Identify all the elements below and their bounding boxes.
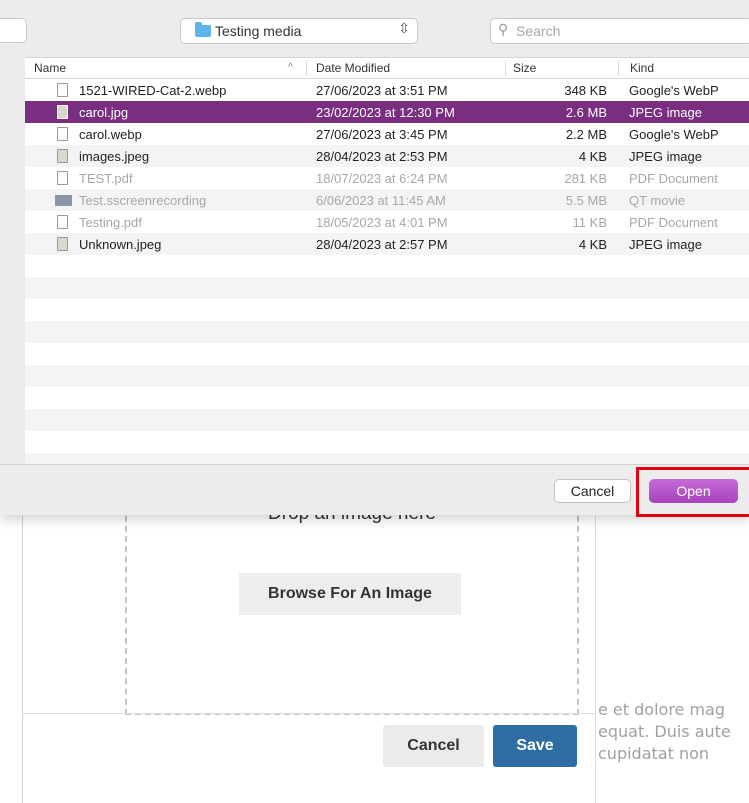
column-kind[interactable]: Kind — [630, 61, 654, 75]
search-input[interactable] — [516, 21, 736, 41]
search-field[interactable]: ⚲ — [490, 18, 749, 44]
file-name: carol.webp — [79, 127, 142, 142]
file-row-disabled: Test.sscreenrecording 6/06/2023 at 11:45… — [25, 189, 749, 211]
file-row[interactable]: carol.webp 27/06/2023 at 3:45 PM 2.2 MB … — [25, 123, 749, 145]
editor-line: equat. Duis aute — [598, 722, 731, 741]
webp-file-icon — [57, 83, 68, 97]
up-down-chevron-icon: ⇳ — [398, 20, 410, 36]
column-separator — [618, 61, 619, 76]
file-row-selected[interactable]: carol.jpg 23/02/2023 at 12:30 PM 2.6 MB … — [25, 101, 749, 123]
column-separator — [306, 61, 307, 76]
dialog-footer-divider — [22, 713, 595, 714]
editor-line: e et dolore mag — [598, 700, 726, 719]
pdf-file-icon — [57, 171, 68, 185]
file-size: 2.2 MB — [565, 127, 607, 142]
file-kind: QT movie — [629, 193, 686, 208]
jpeg-file-icon — [57, 237, 68, 251]
file-date: 18/07/2023 at 6:24 PM — [316, 171, 448, 186]
sheet-footer: Cancel Open — [0, 464, 749, 517]
editor-line: cupidatat non — [598, 744, 710, 763]
column-separator — [505, 61, 506, 76]
file-kind: JPEG image — [629, 237, 702, 252]
file-name: TEST.pdf — [79, 171, 133, 186]
empty-row — [25, 343, 749, 365]
empty-row — [25, 321, 749, 343]
file-kind: JPEG image — [629, 105, 702, 120]
file-size: 4 KB — [578, 149, 607, 164]
back-button[interactable] — [0, 18, 27, 43]
file-list: Name ^ Date Modified Size Kind 1521-WIRE… — [25, 57, 749, 464]
empty-row — [25, 453, 749, 464]
file-size: 5.5 MB — [565, 193, 607, 208]
file-kind: JPEG image — [629, 149, 702, 164]
pdf-file-icon — [57, 215, 68, 229]
sort-ascending-icon: ^ — [288, 62, 293, 73]
jpeg-file-icon — [57, 105, 68, 119]
file-date: 27/06/2023 at 3:45 PM — [316, 127, 448, 142]
file-date: 18/05/2023 at 4:01 PM — [316, 215, 448, 230]
file-name: Test.sscreenrecording — [79, 193, 207, 208]
editor-body-text: e et dolore mag equat. Duis aute cupidat… — [598, 699, 749, 765]
empty-row — [25, 299, 749, 321]
file-date: 28/04/2023 at 2:53 PM — [316, 149, 448, 164]
dialog-save-button[interactable]: Save — [493, 725, 577, 767]
file-name: carol.jpg — [79, 105, 129, 120]
jpeg-file-icon — [57, 149, 68, 163]
sheet-toolbar: Testing media ⇳ ⚲ — [0, 0, 749, 57]
file-date: 6/06/2023 at 11:45 AM — [316, 193, 446, 208]
column-size[interactable]: Size — [513, 61, 536, 75]
file-open-sheet: Testing media ⇳ ⚲ Name ^ Date Modified S… — [0, 0, 749, 517]
file-date: 27/06/2023 at 3:51 PM — [316, 83, 448, 98]
column-date-modified[interactable]: Date Modified — [316, 61, 390, 75]
file-size: 281 KB — [564, 171, 607, 186]
file-name: Testing.pdf — [79, 215, 142, 230]
file-size: 11 KB — [572, 215, 607, 230]
file-size: 4 KB — [578, 237, 607, 252]
file-name: 1521-WIRED-Cat-2.webp — [79, 83, 227, 98]
file-date: 23/02/2023 at 12:30 PM — [316, 105, 455, 120]
file-row[interactable]: 1521-WIRED-Cat-2.webp 27/06/2023 at 3:51… — [25, 79, 749, 101]
file-row-disabled: Testing.pdf 18/05/2023 at 4:01 PM 11 KB … — [25, 211, 749, 233]
file-row[interactable]: images.jpeg 28/04/2023 at 2:53 PM 4 KB J… — [25, 145, 749, 167]
empty-row — [25, 255, 749, 277]
file-rows: 1521-WIRED-Cat-2.webp 27/06/2023 at 3:51… — [25, 79, 749, 464]
empty-row — [25, 431, 749, 453]
editor-divider — [595, 485, 596, 803]
search-icon: ⚲ — [498, 21, 509, 37]
image-upload-dialog: Drop an image here Browse For An Image C… — [0, 475, 749, 803]
column-name[interactable]: Name — [34, 61, 66, 75]
file-size: 2.6 MB — [565, 105, 607, 120]
cancel-button[interactable]: Cancel — [554, 479, 631, 503]
file-name: images.jpeg — [79, 149, 150, 164]
file-kind: Google's WebP — [629, 83, 719, 98]
file-size: 348 KB — [564, 83, 607, 98]
file-name: Unknown.jpeg — [79, 237, 162, 252]
file-kind: Google's WebP — [629, 127, 719, 142]
file-kind: PDF Document — [629, 215, 718, 230]
empty-row — [25, 409, 749, 431]
file-date: 28/04/2023 at 2:57 PM — [316, 237, 448, 252]
folder-icon — [195, 22, 211, 37]
screen: Drop an image here Browse For An Image C… — [0, 0, 749, 803]
empty-row — [25, 387, 749, 409]
location-popup[interactable]: Testing media ⇳ — [180, 18, 418, 44]
webp-file-icon — [57, 127, 68, 141]
file-kind: PDF Document — [629, 171, 718, 186]
dialog-cancel-button[interactable]: Cancel — [383, 725, 484, 767]
open-button[interactable]: Open — [649, 479, 738, 503]
file-row-disabled: TEST.pdf 18/07/2023 at 6:24 PM 281 KB PD… — [25, 167, 749, 189]
dialog-left-border — [22, 485, 23, 803]
file-row[interactable]: Unknown.jpeg 28/04/2023 at 2:57 PM 4 KB … — [25, 233, 749, 255]
empty-row — [25, 277, 749, 299]
movie-file-icon — [55, 195, 72, 206]
location-label: Testing media — [215, 23, 302, 39]
empty-row — [25, 365, 749, 387]
table-header: Name ^ Date Modified Size Kind — [25, 58, 749, 79]
browse-image-button[interactable]: Browse For An Image — [239, 573, 461, 615]
